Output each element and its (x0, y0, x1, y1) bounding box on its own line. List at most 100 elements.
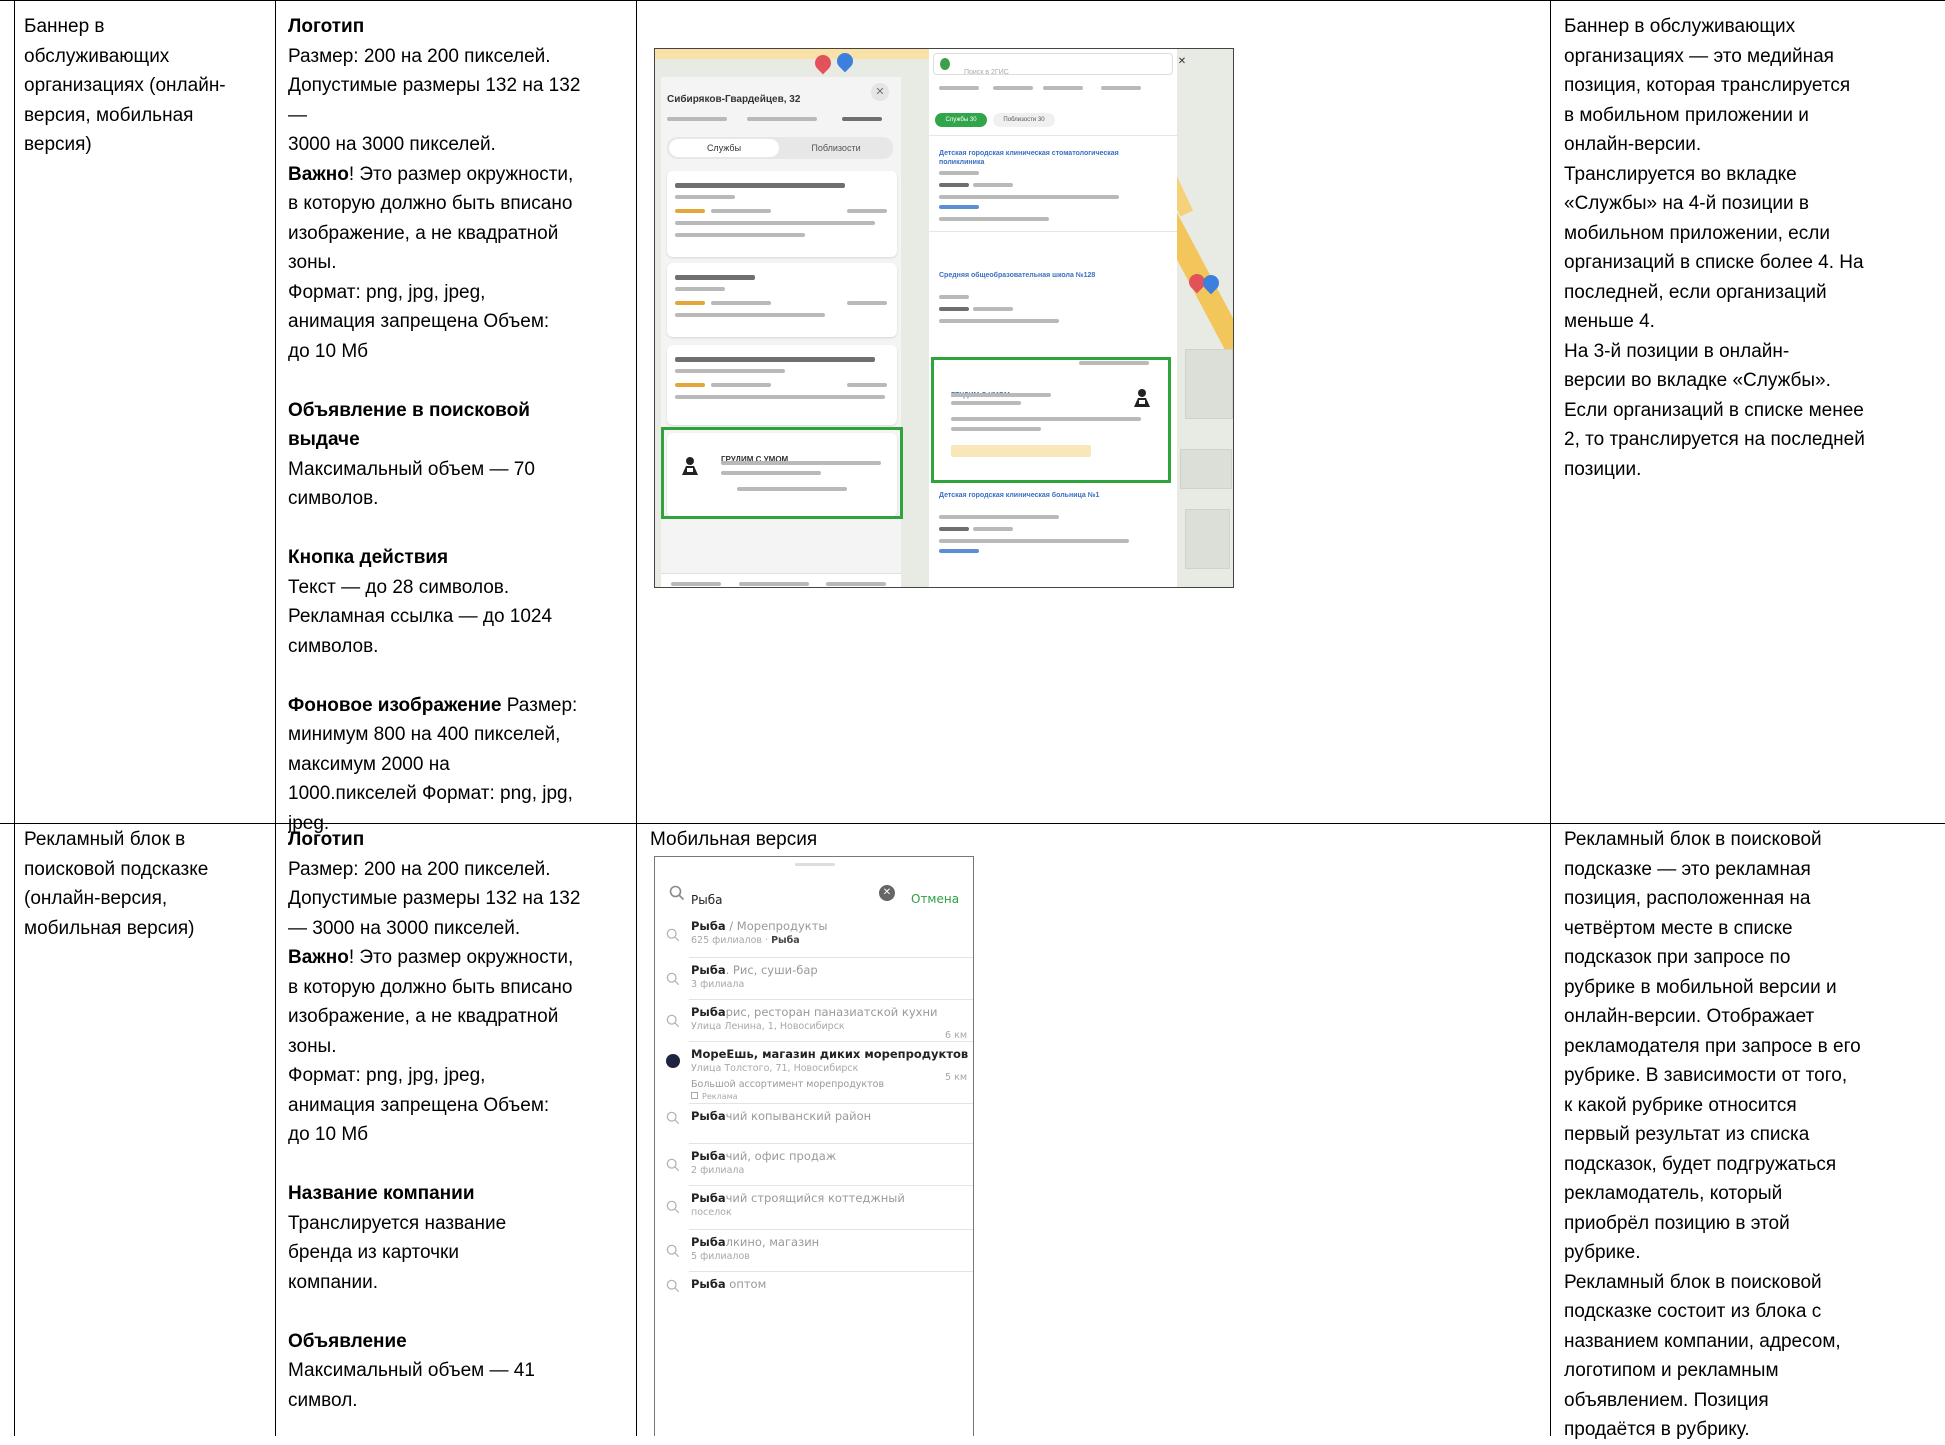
placement-description-line: На 3-й позиции в онлайн- (1564, 340, 1790, 362)
row2-name-cell: Рекламный блок в поисковой подсказке (онла… (24, 825, 269, 943)
tabs-switcher[interactable]: Службы Поблизости (667, 137, 893, 159)
ad-label: Реклама (691, 1091, 738, 1103)
suggestion-subtitle-text: Улица Толстого, 71, Новосибирск (691, 1063, 859, 1074)
search-input[interactable]: Поиск в 2ГИС (933, 53, 1173, 76)
placement-name-line: (онлайн-версия, (24, 888, 168, 909)
search-field[interactable]: Рыба ✕ Отмена (665, 877, 965, 909)
suggestion-subtitle: поселок (691, 1207, 732, 1219)
placement-description-line: объявлением. Позиция (1564, 1389, 1769, 1411)
requirement-text: зоны. (288, 252, 337, 273)
requirement-line: Рекламная ссылка — до 1024 (288, 602, 628, 632)
suggestion-match: Рыба (691, 1191, 726, 1205)
requirement-text: бренда из карточки (288, 1242, 459, 1263)
chip-nearby[interactable]: Поблизости 30 (993, 113, 1055, 127)
clear-icon[interactable]: ✕ (879, 885, 895, 901)
suggestion-item[interactable]: МореЕшь, магазин диких морепродуктов Улиц… (655, 1047, 973, 1103)
requirement-line: до 10 Мб (288, 1120, 628, 1150)
suggestion-title: Рыбачий строящийся коттеджный (691, 1191, 905, 1205)
row2-description-cell: Рекламный блок в поисковой подсказке — эт… (1564, 825, 1939, 1445)
requirement-line: компании. (288, 1268, 628, 1298)
requirement-line: 3000 на 3000 пикселей. (288, 130, 628, 160)
suggestion-item[interactable]: Рыбачий копыванский район (655, 1109, 973, 1147)
requirement-text: минимум 800 на 400 пикселей, (288, 724, 561, 745)
requirement-line (288, 514, 628, 544)
ad-text: Большой ассортимент морепродуктов (691, 1079, 885, 1090)
search-icon (666, 1244, 680, 1258)
suggestion-item[interactable]: Рыбачий, офис продаж 2 филиала (655, 1149, 973, 1187)
suggestion-subtitle-text: 3 филиала (691, 979, 745, 990)
result-card[interactable] (667, 345, 897, 425)
address-header: Сибиряков-Гвардейцев, 32 (667, 94, 801, 105)
requirement-line: изображение, а не квадратной (288, 1002, 628, 1032)
result-card[interactable] (667, 263, 897, 337)
suggestion-subtitle: 2 филиала (691, 1165, 744, 1177)
logo-icon (940, 58, 950, 70)
requirement-line: Логотип (288, 12, 628, 42)
suggestion-match: Рыба (691, 1277, 726, 1291)
advertiser-logo-icon (1129, 385, 1155, 411)
suggestion-title: Рыбачий копыванский район (691, 1109, 871, 1123)
requirement-line: зоны. (288, 1032, 628, 1062)
services-banner-screenshot: Сибиряков-Гвардейцев, 32 ✕ Службы Поблиз… (654, 48, 1234, 588)
requirement-heading: Объявление в поисковой (288, 399, 530, 421)
requirement-text: анимация запрещена Объем: (288, 311, 550, 332)
suggestion-rest: . Рис, суши-бар (725, 963, 818, 977)
search-icon (666, 972, 680, 986)
requirement-line: символов. (288, 484, 628, 514)
column-divider-2 (636, 0, 637, 1436)
placement-description-line: логотипом и рекламным (1564, 1360, 1779, 1381)
placement-description-line: подсказке состоит из блока с (1564, 1301, 1822, 1322)
requirement-line: Формат: png, jpg, jpeg, (288, 278, 628, 308)
suggestion-title: Рыба. Рис, суши-бар (691, 963, 818, 977)
placement-description-line: подсказок, будет подгружаться (1564, 1153, 1837, 1175)
search-icon (666, 1111, 680, 1125)
suggestion-item[interactable]: Рыбачий строящийся коттеджный поселок (655, 1191, 973, 1229)
placement-name-line: версия) (24, 134, 92, 155)
suggestion-item[interactable]: Рыбалкино, магазин 5 филиалов (655, 1235, 973, 1273)
chip-services[interactable]: Службы 30 (935, 113, 987, 127)
cancel-button[interactable]: Отмена (911, 885, 959, 915)
requirement-line: Размер: 200 на 200 пикселей. (288, 42, 628, 72)
requirement-line: Максимальный объем — 70 (288, 455, 628, 485)
ad-action-button[interactable] (951, 445, 1091, 457)
requirement-heading: Кнопка действия (288, 547, 449, 568)
search-icon (666, 1200, 680, 1214)
requirement-line: анимация запрещена Объем: (288, 307, 628, 337)
requirement-line: Формат: png, jpg, jpeg, (288, 1061, 628, 1091)
requirement-line: бренда из карточки (288, 1238, 628, 1268)
column-divider-1 (275, 0, 276, 1436)
close-icon[interactable]: ✕ (871, 83, 889, 101)
suggestion-item[interactable]: Рыбарис, ресторан паназиатской кухни Улиц… (655, 1005, 973, 1043)
advertiser-logo-icon (666, 1054, 680, 1068)
result-card[interactable] (667, 171, 897, 257)
requirement-text: символ. (288, 1389, 358, 1411)
requirement-text: Формат: png, jpg, jpeg, (288, 281, 486, 303)
suggestion-item[interactable]: Рыба / Морепродукты 625 филиалов · Рыба (655, 919, 973, 957)
placement-description-line: позиция, которая транслируется (1564, 75, 1851, 96)
requirement-line: изображение, а не квадратной (288, 219, 628, 249)
requirement-line: Размер: 200 на 200 пикселей. (288, 855, 628, 885)
suggestion-subtitle-text: 625 филиалов · (691, 935, 772, 946)
close-icon[interactable]: ✕ (1175, 55, 1189, 69)
suggestion-item[interactable]: Рыба. Рис, суши-бар 3 филиала (655, 963, 973, 1001)
suggestion-subtitle-bold: Рыба (771, 935, 800, 946)
suggestion-rest: / Морепродукты (725, 919, 828, 933)
result-title[interactable]: Детская городская клиническая больница №… (939, 491, 1139, 500)
suggestion-match: Рыба (691, 963, 726, 977)
tab-services[interactable]: Службы (669, 139, 779, 157)
result-title[interactable]: Детская городская клиническая стоматолог… (939, 149, 1149, 167)
suggestion-item[interactable]: Рыба оптом (655, 1277, 973, 1315)
tab-nearby[interactable]: Поблизости (781, 139, 891, 157)
row2-requirements-cell: Логотип Размер: 200 на 200 пикселей. Допус… (288, 825, 628, 1415)
placement-description-line: организациях — это медийная (1564, 45, 1834, 67)
placement-description-line: рубрике. (1564, 1242, 1641, 1263)
placement-description-line: названием компании, адресом, (1564, 1330, 1841, 1352)
requirement-text: — (288, 104, 307, 126)
requirement-line: символ. (288, 1386, 628, 1416)
requirement-line (288, 1297, 628, 1327)
requirement-text: символов. (288, 635, 379, 657)
result-title[interactable]: Средняя общеобразовательная школа №128 (939, 271, 1139, 280)
requirement-text: Текст — до 28 символов. (288, 576, 510, 598)
placement-description-line: к какой рубрике относится (1564, 1094, 1797, 1116)
search-icon (666, 1014, 680, 1028)
